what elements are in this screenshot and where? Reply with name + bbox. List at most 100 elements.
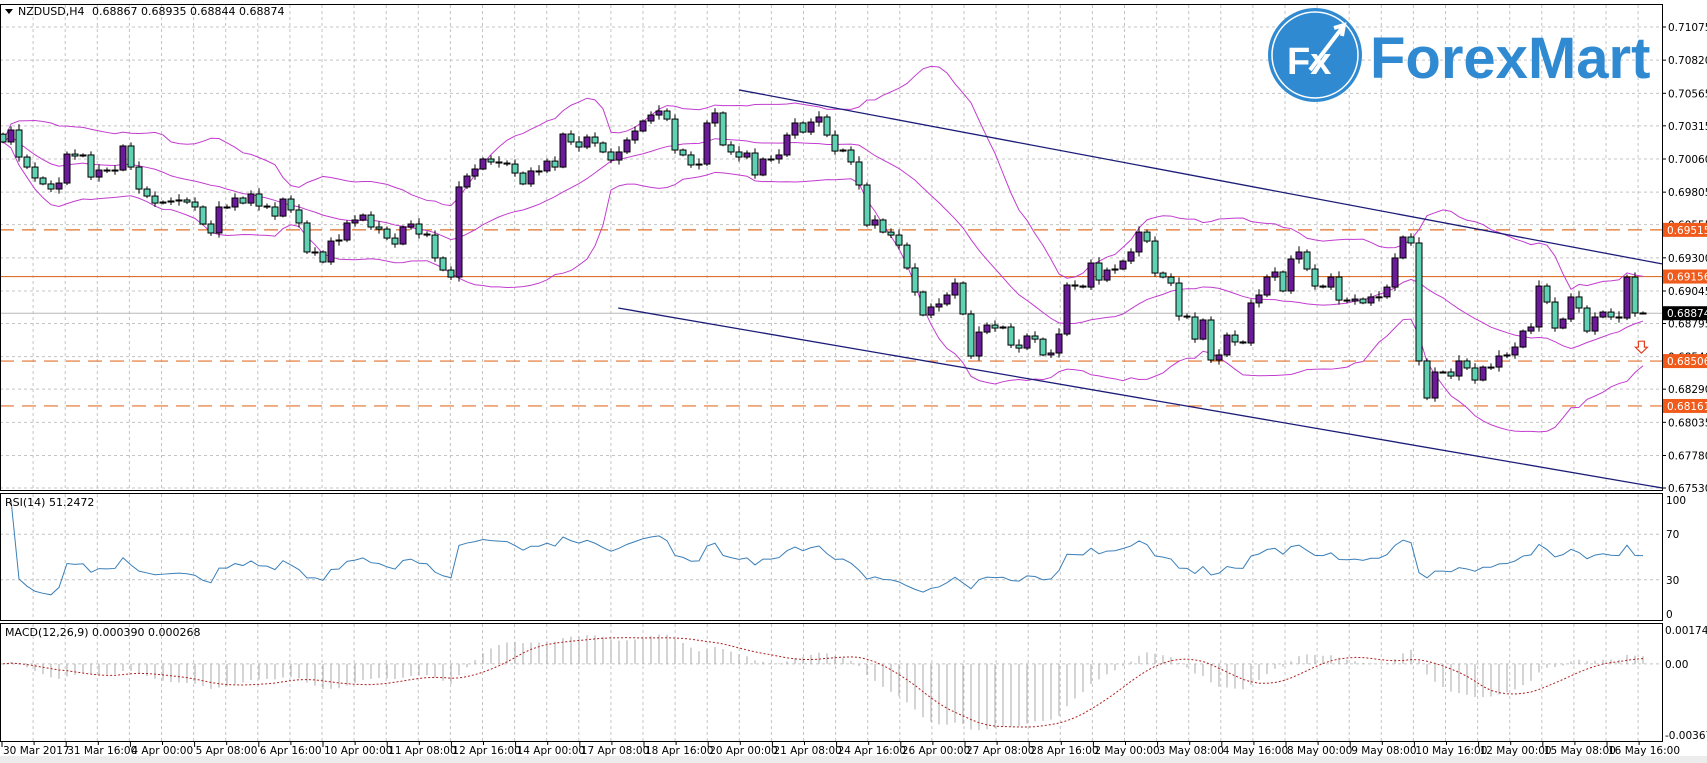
bottom-bar [0, 756, 1707, 763]
candle-body [255, 193, 263, 207]
candle-body [1167, 276, 1175, 284]
candle [911, 263, 919, 296]
candle-body [239, 197, 247, 204]
price-axis-label: 0.69805 [1668, 187, 1707, 199]
candle [87, 151, 95, 180]
candle [327, 237, 335, 265]
candle-body [567, 133, 575, 143]
macd-axis-label: 0.001748 [1665, 625, 1707, 637]
level-price-label: 0.68506 [1667, 356, 1707, 368]
time-axis-label: 26 Apr 00:00 [902, 745, 970, 757]
candle-body [1367, 296, 1375, 304]
candle-body [1279, 271, 1287, 292]
candle-body [735, 151, 743, 158]
candle-body [655, 110, 663, 116]
candle-body [47, 183, 55, 190]
candle-body [103, 169, 111, 172]
candle-body [1023, 335, 1031, 349]
candle [1199, 318, 1207, 341]
time-axis-label: 30 Mar 2017 [3, 745, 70, 757]
time-axis-label: 8 May 00:00 [1287, 745, 1352, 757]
candle-body [55, 182, 63, 190]
candle-body [1223, 334, 1231, 356]
candle-body [1175, 282, 1183, 317]
candle-body [23, 156, 31, 168]
candle-body [767, 158, 775, 161]
candle-body [15, 129, 23, 158]
price-axis-label: 0.69300 [1668, 253, 1707, 265]
candle-body [207, 223, 215, 234]
candle-body [1215, 354, 1223, 361]
candle-body [263, 205, 271, 208]
candle [783, 132, 791, 158]
candle-body [967, 313, 975, 357]
candle [1567, 293, 1575, 322]
candle-body [191, 201, 199, 208]
candle-body [703, 122, 711, 165]
candle-body [895, 234, 903, 246]
candle [1543, 283, 1551, 305]
candle [1551, 297, 1559, 332]
candle-body [1471, 367, 1479, 381]
candle-body [223, 206, 231, 209]
candle-body [271, 206, 279, 217]
candle [1191, 312, 1199, 343]
candle [1175, 277, 1183, 321]
candle-body [415, 223, 423, 235]
candle-body [1535, 285, 1543, 328]
candle-body [1351, 298, 1359, 302]
candle-body [327, 240, 335, 263]
candle-body [1055, 333, 1063, 354]
candle-body [807, 121, 815, 133]
candle-body [439, 257, 447, 271]
candle-body [1423, 360, 1431, 399]
candle-body [87, 154, 95, 178]
macd-axis-label: -0.003673 [1665, 730, 1707, 742]
time-axis-label: 31 Mar 16:00 [67, 745, 137, 757]
time-axis-label: 20 Apr 00:00 [709, 745, 777, 757]
candle-body [1343, 299, 1351, 302]
candle-body [839, 149, 847, 152]
candle [1559, 317, 1567, 330]
candle [439, 256, 447, 272]
candle-body [143, 188, 151, 197]
candle [751, 148, 759, 179]
candle-body [1559, 318, 1567, 329]
candle [599, 141, 607, 154]
candle [1023, 333, 1031, 351]
candle [215, 201, 223, 238]
candle-body [791, 122, 799, 136]
candle-body [591, 136, 599, 144]
candle-body [1111, 268, 1119, 271]
candle-body [583, 136, 591, 148]
candle-body [167, 200, 175, 203]
candle-body [319, 251, 327, 263]
candle-body [407, 223, 415, 228]
candle-body [1031, 335, 1039, 340]
candle-body [287, 198, 295, 211]
candle-body [7, 129, 15, 143]
candle-body [511, 163, 519, 174]
candle [1287, 255, 1295, 294]
candle [519, 171, 527, 186]
price-chart[interactable]: Fx ForexMart 0.71075 0.70820 0.70565 0.7031… [0, 0, 1707, 763]
candle-body [1103, 269, 1111, 281]
level-price-label: 0.69515 [1667, 225, 1707, 237]
candle-body [1391, 257, 1399, 288]
candle [639, 119, 647, 133]
candle [23, 154, 31, 170]
candle-body [351, 219, 359, 224]
time-axis-label: 10 May 16:00 [1415, 745, 1487, 757]
candle-body [1327, 276, 1335, 288]
candle-body [71, 153, 79, 157]
price-axis-label: 0.70315 [1668, 121, 1707, 133]
current-price-label: 0.68874 [1667, 308, 1707, 320]
candle-body [743, 152, 751, 158]
candle-body [783, 134, 791, 156]
time-axis-label: 27 Apr 08:00 [966, 745, 1034, 757]
candle-body [295, 209, 303, 224]
candle-body [1095, 262, 1103, 281]
macd-axis-label: 0.00 [1665, 659, 1688, 671]
candle [303, 220, 311, 255]
candle-body [903, 244, 911, 269]
